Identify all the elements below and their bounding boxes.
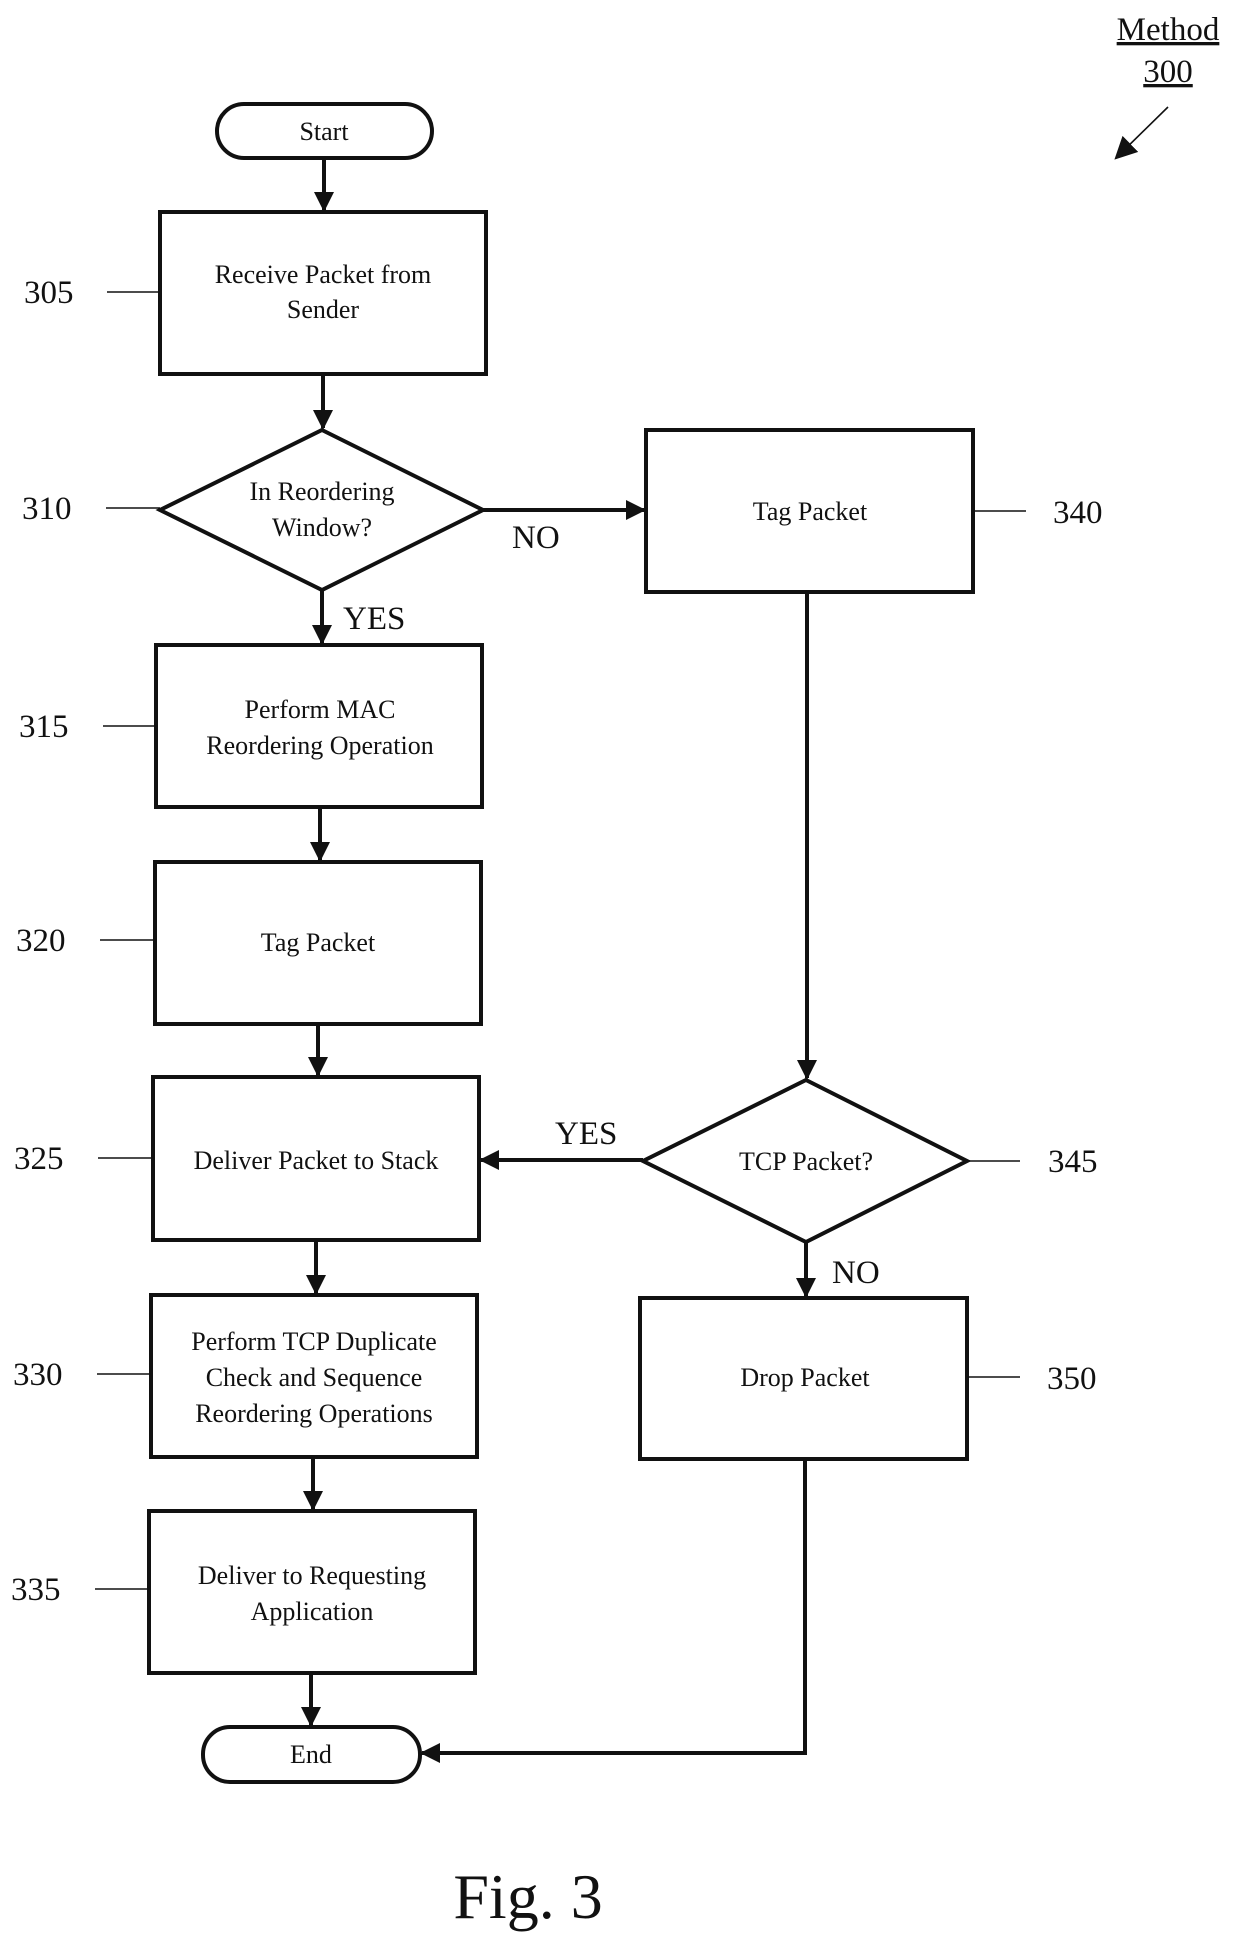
step-315-ref: 315	[19, 709, 69, 745]
branch-310-no-label: NO	[512, 520, 560, 556]
decision-310-diamond	[155, 427, 488, 593]
end-terminal: End	[201, 1725, 422, 1784]
step-335-ref: 335	[11, 1572, 61, 1608]
step-305-line-1: Receive Packet from	[215, 260, 432, 289]
branch-310-yes-label: YES	[343, 601, 405, 637]
step-350: Drop Packet 350	[638, 1296, 1097, 1461]
decision-310-ref: 310	[22, 491, 72, 527]
branch-345-no-label: NO	[832, 1255, 880, 1291]
decision-345: TCP Packet? 345	[638, 1077, 1098, 1245]
step-305: Receive Packet from Sender 305	[24, 210, 488, 376]
method-label-title: Method	[1117, 12, 1220, 48]
step-340-ref: 340	[1053, 495, 1103, 531]
step-350-line-1: Drop Packet	[740, 1363, 870, 1392]
step-305-box	[158, 210, 488, 376]
decision-345-ref: 345	[1048, 1144, 1098, 1180]
step-330-ref: 330	[13, 1357, 63, 1393]
step-330-line-2: Check and Sequence	[206, 1363, 423, 1392]
decision-310: In Reordering Window? 310	[22, 427, 488, 593]
step-315: Perform MAC Reordering Operation 315	[19, 643, 484, 809]
step-330-line-1: Perform TCP Duplicate	[191, 1327, 437, 1356]
step-315-line-1: Perform MAC	[245, 695, 396, 724]
start-label: Start	[299, 117, 349, 146]
arrow-350-to-end	[420, 1459, 807, 1763]
step-320: Tag Packet 320	[16, 860, 483, 1026]
step-305-ref: 305	[24, 275, 74, 311]
step-315-box	[154, 643, 484, 809]
step-315-line-2: Reordering Operation	[206, 731, 433, 760]
step-320-ref: 320	[16, 923, 66, 959]
step-350-ref: 350	[1047, 1361, 1097, 1397]
step-330: Perform TCP Duplicate Check and Sequence…	[13, 1293, 479, 1459]
step-335-line-1: Deliver to Requesting	[198, 1561, 426, 1590]
step-335-line-2: Application	[251, 1597, 374, 1626]
step-330-line-3: Reordering Operations	[195, 1399, 433, 1428]
start-terminal: Start	[215, 102, 434, 160]
step-325: Deliver Packet to Stack 325	[14, 1075, 481, 1242]
step-340-line-1: Tag Packet	[753, 497, 868, 526]
method-pointer-arrow	[1114, 106, 1169, 160]
end-label: End	[290, 1740, 332, 1769]
step-320-line-1: Tag Packet	[261, 928, 376, 957]
figure-caption: Fig. 3	[453, 1861, 602, 1932]
step-305-line-2: Sender	[287, 295, 360, 324]
step-325-ref: 325	[14, 1141, 64, 1177]
step-335: Deliver to Requesting Application 335	[11, 1509, 477, 1675]
step-335-box	[147, 1509, 477, 1675]
step-340: Tag Packet 340	[644, 428, 1103, 594]
decision-310-line-1: In Reordering	[249, 477, 394, 506]
method-label: Method 300	[1114, 12, 1220, 160]
step-325-line-1: Deliver Packet to Stack	[194, 1146, 439, 1175]
method-label-number: 300	[1143, 54, 1193, 90]
decision-345-line-1: TCP Packet?	[739, 1147, 873, 1176]
decision-310-line-2: Window?	[272, 513, 372, 542]
branch-345-yes-label: YES	[555, 1116, 617, 1152]
flowchart: Method 300 Start Receive Packet from Sen…	[11, 12, 1220, 1932]
